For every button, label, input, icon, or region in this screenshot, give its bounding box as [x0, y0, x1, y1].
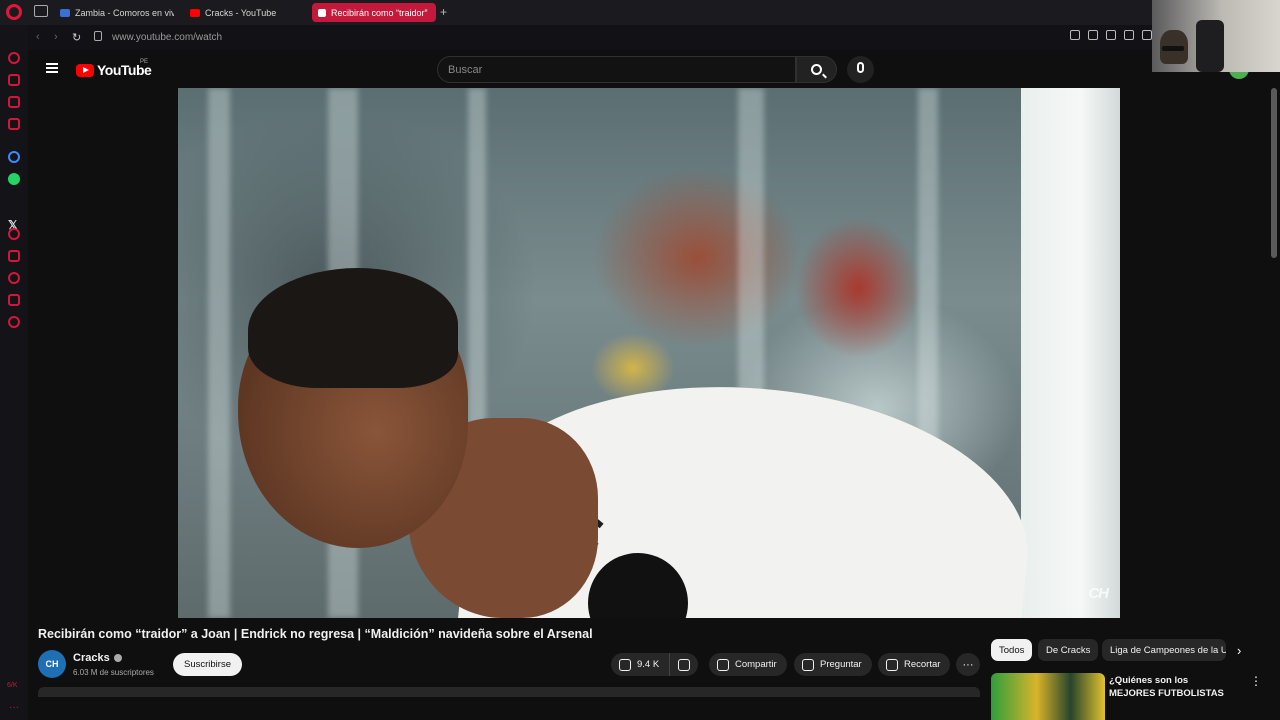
heart-icon[interactable]	[1142, 30, 1152, 40]
video-title: Recibirán como “traidor” a Joan | Endric…	[38, 627, 593, 641]
more-icon: ···	[962, 658, 974, 671]
subscribe-label: Suscribirse	[184, 659, 231, 670]
tab-label: Recibirán como “traidor”	[331, 7, 428, 18]
forward-icon[interactable]: ›	[54, 31, 58, 43]
related-more-icon[interactable]: ⋮	[1250, 674, 1262, 688]
channel-avatar[interactable]: CH	[38, 650, 66, 678]
ask-button[interactable]: Preguntar	[794, 653, 872, 676]
youtube-play-icon	[76, 63, 94, 77]
channel-name-row[interactable]: Cracks	[73, 652, 122, 664]
voice-search-button[interactable]	[847, 56, 874, 83]
browser-tools	[1070, 30, 1152, 40]
chip-label: Todos	[999, 644, 1025, 656]
clip-label: Recortar	[904, 659, 941, 670]
lock-icon	[94, 31, 102, 41]
search-button[interactable]	[796, 56, 837, 83]
like-button[interactable]: 9.4 K	[611, 653, 671, 676]
player-hair	[248, 268, 458, 388]
messenger-icon[interactable]	[8, 151, 20, 163]
chevron-right-icon[interactable]: ›	[1237, 643, 1241, 658]
like-count: 9.4 K	[637, 659, 660, 670]
subscribe-button[interactable]: Suscribirse	[173, 653, 242, 676]
channel-avatar-initials: CH	[45, 659, 59, 669]
video-player[interactable]: CH	[178, 88, 1120, 618]
new-tab-icon[interactable]: +	[440, 5, 447, 19]
shield-icon[interactable]	[1106, 30, 1116, 40]
more-actions-button[interactable]: ···	[956, 653, 980, 676]
vpn-icon[interactable]	[8, 74, 20, 86]
like-dislike-group: 9.4 K	[611, 653, 699, 676]
settings-icon[interactable]	[8, 316, 20, 328]
clip-button[interactable]: Recortar	[878, 653, 951, 676]
reload-icon[interactable]: ↻	[72, 31, 81, 44]
dislike-button[interactable]	[670, 653, 698, 676]
sidebar-counter: 6/K	[7, 682, 18, 689]
tab-label: Zambia - Comoros en vivo	[75, 7, 174, 18]
chip-label: Liga de Campeones de la U	[1110, 644, 1226, 656]
snapshot-icon[interactable]	[1088, 30, 1098, 40]
scissors-icon	[886, 658, 898, 671]
extensions-icon[interactable]	[8, 294, 20, 306]
channel-watermark: CH	[1088, 585, 1109, 602]
opera-logo-icon[interactable]	[6, 4, 22, 20]
tab-label: Cracks - YouTube	[205, 7, 277, 18]
channel-name[interactable]: Cracks	[73, 652, 110, 664]
related-video-title[interactable]: ¿Quiénes son los MEJORES FUTBOLISTAS BRA…	[1109, 674, 1237, 700]
tab-zambia[interactable]: Zambia - Comoros en vivo	[54, 3, 174, 22]
sidebar-more-icon[interactable]: ···	[9, 702, 19, 713]
search-icon	[811, 64, 822, 75]
page-scrollbar[interactable]	[1271, 88, 1277, 258]
chip-champions-league[interactable]: Liga de Campeones de la U	[1102, 639, 1226, 661]
search-placeholder: Buscar	[448, 63, 483, 76]
description-box[interactable]	[38, 687, 980, 697]
related-thumbnail[interactable]	[991, 673, 1105, 720]
speaker-icon	[318, 8, 326, 17]
aria-icon[interactable]	[8, 52, 20, 64]
net-line	[208, 88, 230, 618]
url-field[interactable]: www.youtube.com/watch	[112, 32, 222, 43]
play-icon[interactable]	[1124, 30, 1134, 40]
verified-icon	[113, 654, 122, 662]
webcam-sunglasses	[1162, 46, 1184, 51]
webcam-chair	[1196, 20, 1224, 72]
player-icon[interactable]	[8, 228, 20, 240]
youtube-favicon-icon	[190, 8, 200, 17]
tabs-icon[interactable]	[8, 250, 20, 262]
chip-de-cracks[interactable]: De Cracks	[1038, 639, 1099, 661]
region-code: PE	[140, 59, 149, 65]
tab-cracks-youtube[interactable]: Cracks - YouTube	[184, 3, 304, 22]
browser-sidebar: 𝕏 6/K ···	[0, 25, 28, 720]
back-icon[interactable]: ‹	[36, 31, 40, 43]
address-bar: ‹ › ↻ www.youtube.com/watch	[28, 25, 1152, 50]
whatsapp-icon[interactable]	[8, 173, 20, 185]
browser-tab-bar: Zambia - Comoros en vivo Cracks - YouTub…	[0, 0, 1280, 25]
pinboard-icon[interactable]	[8, 118, 20, 130]
tab-favicon-icon	[60, 8, 70, 17]
share-icon	[717, 658, 729, 671]
goal-post	[1021, 88, 1120, 618]
share-label: Compartir	[735, 659, 777, 670]
tab-active-video[interactable]: Recibirán como “traidor”	[312, 3, 436, 22]
history-icon[interactable]	[8, 272, 20, 284]
ask-label: Preguntar	[820, 659, 862, 670]
sparkle-icon	[802, 658, 814, 671]
webcam-overlay	[1152, 0, 1280, 72]
share-button[interactable]: Compartir	[709, 653, 787, 676]
microphone-icon	[857, 62, 864, 73]
thumbs-down-icon	[678, 658, 691, 671]
tab-menu-icon[interactable]	[34, 5, 48, 17]
wallet-icon[interactable]	[8, 96, 20, 108]
thumbs-up-icon	[619, 658, 631, 671]
chip-todos[interactable]: Todos	[991, 639, 1033, 661]
chip-label: De Cracks	[1046, 644, 1091, 656]
search-input[interactable]: Buscar	[437, 56, 796, 83]
menu-icon[interactable]	[46, 63, 58, 73]
bookmark-icon[interactable]	[1070, 30, 1080, 40]
subscriber-count: 6.03 M de suscriptores	[73, 668, 154, 677]
youtube-masthead: YouTube PE Buscar	[28, 50, 1280, 88]
